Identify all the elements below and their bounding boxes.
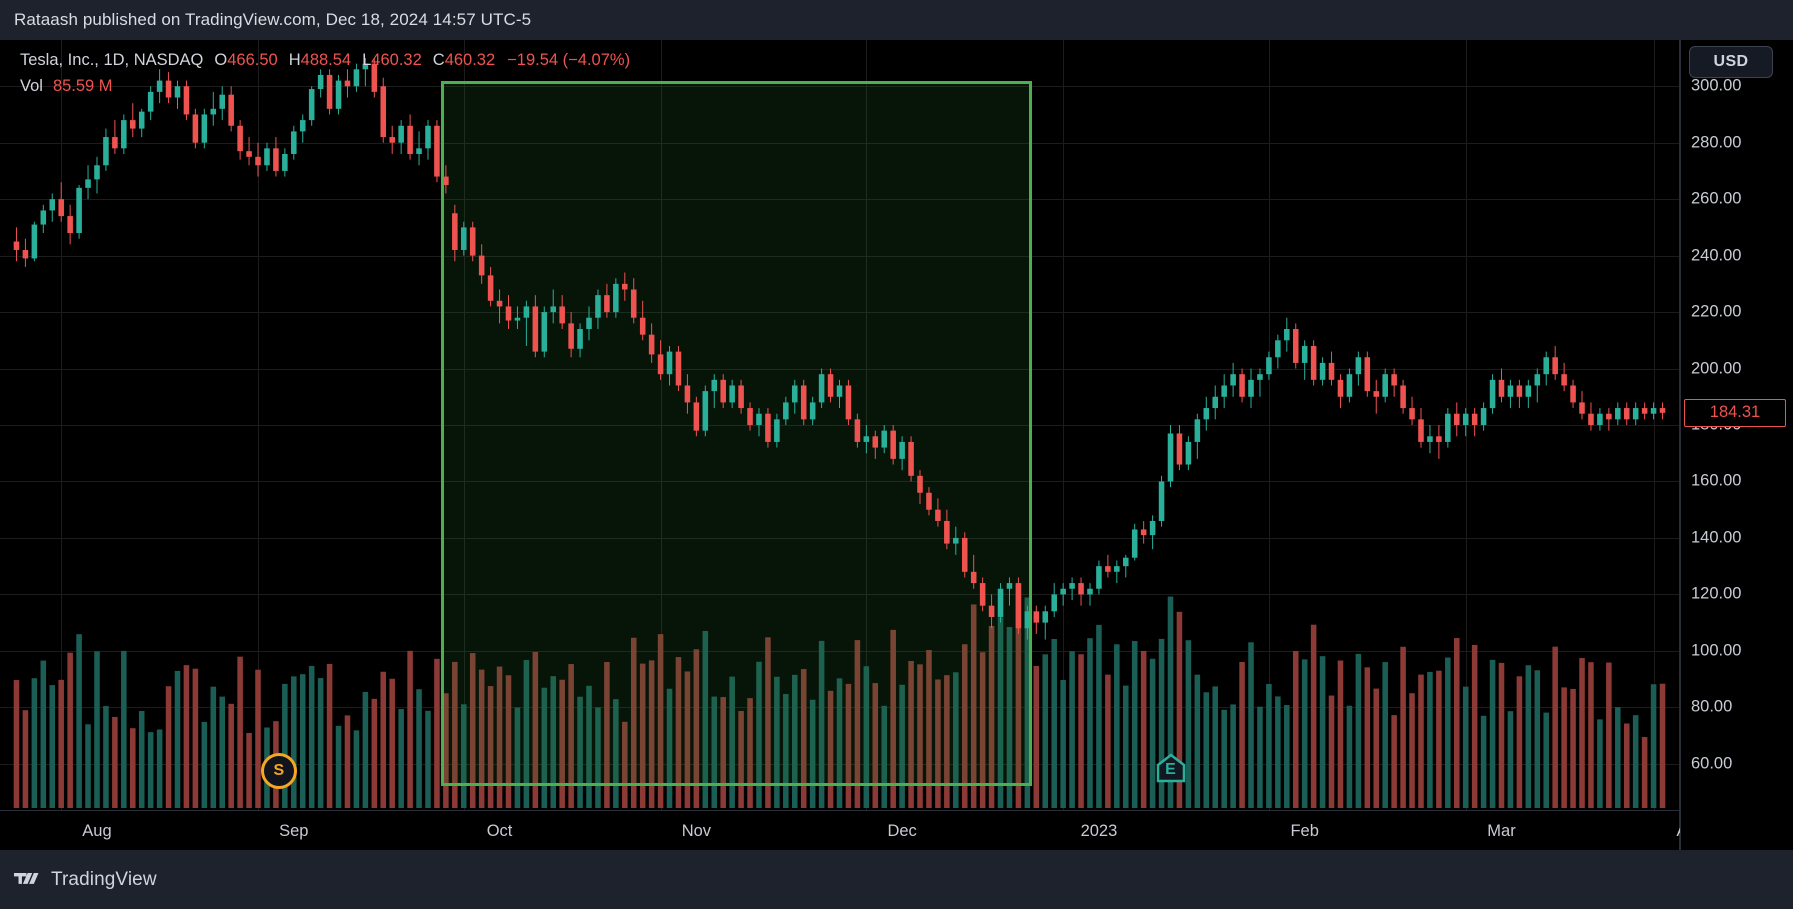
tradingview-wordmark: TradingView [51, 868, 157, 890]
price-tick: 120.00 [1691, 584, 1742, 603]
price-tick: 280.00 [1691, 133, 1742, 152]
tradingview-logo[interactable]: TradingView [14, 869, 157, 891]
price-tick: 220.00 [1691, 302, 1742, 321]
time-tick: Oct [486, 822, 513, 840]
price-tick: 60.00 [1691, 754, 1733, 773]
marker-end-label: E [1165, 761, 1176, 778]
price-tick: 300.00 [1691, 76, 1742, 95]
time-tick: Nov [681, 822, 712, 840]
candlestick-series [13, 58, 1666, 640]
time-tick: 2023 [1080, 822, 1118, 840]
currency-badge[interactable]: USD [1689, 46, 1773, 78]
time-tick: Feb [1290, 822, 1319, 840]
price-tick: 160.00 [1691, 471, 1742, 490]
footer: TradingView [0, 850, 1793, 909]
time-tick: Aug [82, 822, 112, 840]
time-axis[interactable]: AugSepOctNovDec2023FebMarApr [0, 810, 1702, 850]
publish-text: Rataash published on TradingView.com, De… [14, 10, 532, 29]
price-tick: 100.00 [1691, 641, 1742, 660]
time-axis-divider [0, 810, 1679, 811]
marker-start-label: S [273, 762, 285, 779]
price-tick: 260.00 [1691, 189, 1742, 208]
time-tick: Dec [887, 822, 917, 840]
last-price-badge: 184.31 [1684, 398, 1786, 427]
marker-start-s[interactable]: S [260, 753, 297, 789]
tradingview-chart-screenshot: Rataash published on TradingView.com, De… [0, 0, 1793, 909]
price-tick: 200.00 [1691, 359, 1742, 378]
chart-frame: Tesla, Inc., 1D, NASDAQ O 466.50 H 488.54 … [0, 40, 1793, 850]
price-axis-divider [1680, 40, 1681, 850]
time-tick: Mar [1487, 822, 1516, 840]
price-tick: 240.00 [1691, 246, 1742, 265]
tradingview-logo-icon [14, 872, 39, 884]
price-tick: 140.00 [1691, 528, 1742, 547]
price-axis[interactable]: USD 300.00 280.00 260.00 240.00 220.00 200.00… [1680, 40, 1793, 850]
price-tick: 80.00 [1691, 697, 1733, 716]
chart-pane[interactable]: Tesla, Inc., 1D, NASDAQ O 466.50 H 488.54 … [0, 40, 1679, 810]
publish-bar: Rataash published on TradingView.com, De… [0, 0, 1793, 40]
time-tick: Sep [279, 822, 309, 840]
marker-end-e[interactable]: E [1156, 753, 1186, 783]
